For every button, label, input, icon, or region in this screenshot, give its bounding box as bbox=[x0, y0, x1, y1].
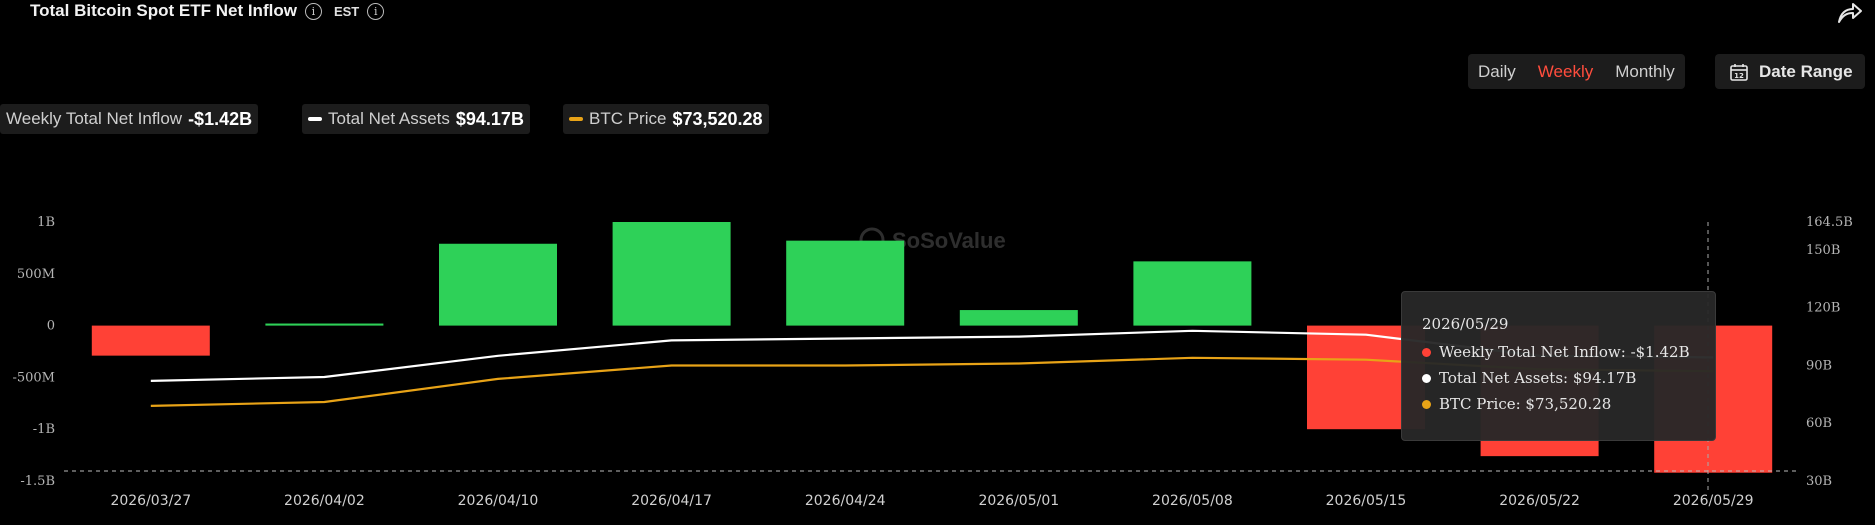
x-axis-tick: 2026/04/02 bbox=[284, 493, 365, 509]
tooltip-row-inflow: Weekly Total Net Inflow: -$1.42B bbox=[1422, 339, 1695, 365]
tooltip-inflow-text: Weekly Total Net Inflow: -$1.42B bbox=[1439, 343, 1690, 361]
left-axis-tick: -1B bbox=[33, 422, 55, 437]
tooltip-row-assets: Total Net Assets: $94.17B bbox=[1422, 365, 1695, 391]
x-axis-tick: 2026/05/22 bbox=[1499, 493, 1580, 509]
tooltip-assets-text: Total Net Assets: $94.17B bbox=[1439, 369, 1637, 387]
left-axis-tick: 0 bbox=[47, 319, 55, 334]
inflow-bar-2026-05-01[interactable] bbox=[959, 310, 1078, 326]
inflow-bar-2026-03-27[interactable] bbox=[91, 325, 210, 356]
right-axis-tick: 30B bbox=[1806, 474, 1832, 489]
right-axis-tick: 120B bbox=[1806, 301, 1840, 316]
tooltip-btc-dot bbox=[1422, 399, 1431, 409]
inflow-bar-2026-04-17[interactable] bbox=[612, 222, 731, 326]
x-axis-tick: 2026/04/17 bbox=[631, 493, 712, 509]
tooltip-date: 2026/05/29 bbox=[1422, 315, 1509, 333]
right-axis-tick: 150B bbox=[1806, 243, 1840, 258]
left-axis-tick: 500M bbox=[17, 267, 55, 282]
chart-tooltip: 2026/05/29 Weekly Total Net Inflow: -$1.… bbox=[1401, 291, 1716, 441]
tooltip-assets-dot bbox=[1422, 373, 1431, 383]
right-axis-tick: 90B bbox=[1806, 358, 1832, 373]
svg-text:SoSoValue: SoSoValue bbox=[892, 228, 1006, 253]
x-axis-tick: 2026/05/08 bbox=[1152, 493, 1233, 509]
x-axis-tick: 2026/03/27 bbox=[110, 493, 191, 509]
x-axis-tick: 2026/04/24 bbox=[805, 493, 886, 509]
chart-canvas[interactable]: SoSoValue 1B 500M 0 -500M -1B -1.5B 164.5B 150… bbox=[0, 0, 1875, 525]
left-axis-tick: -500M bbox=[12, 370, 55, 385]
x-axis-tick: 2026/05/01 bbox=[978, 493, 1059, 509]
left-axis-tick: 1B bbox=[37, 215, 55, 230]
inflow-bar-2026-04-10[interactable] bbox=[439, 243, 557, 326]
tooltip-inflow-dot bbox=[1422, 347, 1431, 357]
tooltip-btc-text: BTC Price: $73,520.28 bbox=[1439, 395, 1612, 413]
inflow-bar-2026-05-08[interactable] bbox=[1133, 261, 1252, 326]
inflow-bar-2026-04-24[interactable] bbox=[786, 240, 905, 326]
x-axis-tick: 2026/05/29 bbox=[1673, 493, 1754, 509]
left-axis-tick: -1.5B bbox=[20, 474, 55, 489]
right-axis-tick: 164.5B bbox=[1806, 215, 1853, 230]
right-axis-tick: 60B bbox=[1806, 416, 1832, 431]
x-axis-tick: 2026/04/10 bbox=[458, 493, 539, 509]
x-axis-tick: 2026/05/15 bbox=[1326, 493, 1407, 509]
inflow-bar-2026-04-02[interactable] bbox=[265, 323, 384, 326]
tooltip-row-btc: BTC Price: $73,520.28 bbox=[1422, 391, 1695, 417]
